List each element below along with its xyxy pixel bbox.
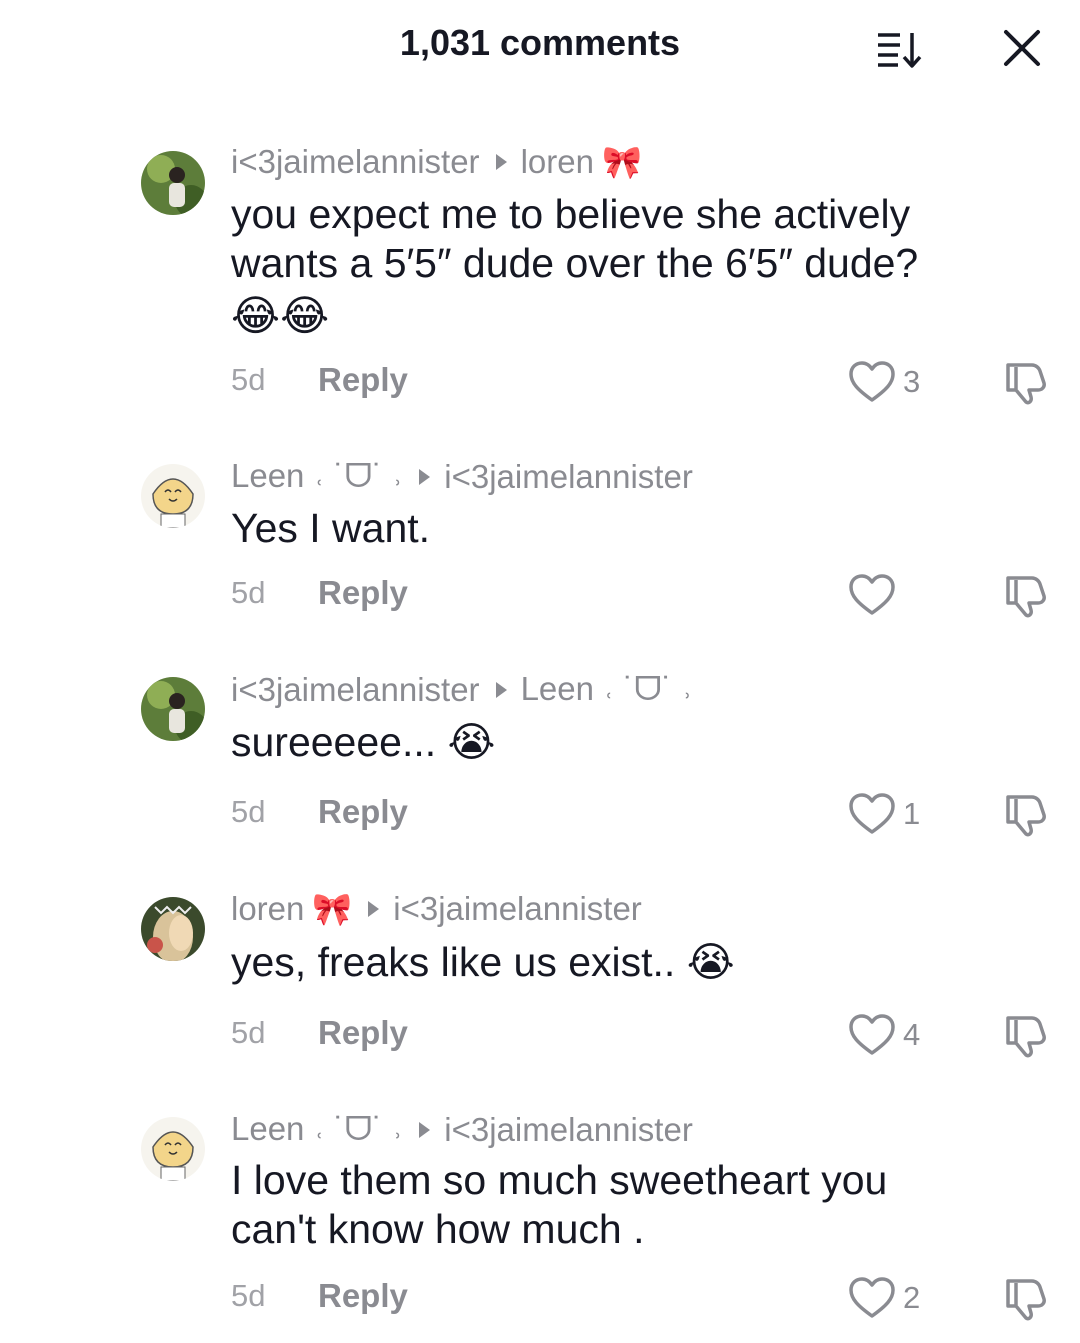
- comment-text: you expect me to believe she actively wa…: [231, 190, 1031, 344]
- dislike-icon[interactable]: [1000, 1275, 1048, 1321]
- like-count: 4: [903, 1017, 921, 1052]
- reply-button[interactable]: Reply: [318, 1277, 408, 1315]
- like-count: 3: [903, 364, 921, 399]
- reply-button[interactable]: Reply: [318, 793, 408, 831]
- reply-arrow-icon: [495, 154, 507, 170]
- comment-text-line: you expect me to believe she actively: [231, 191, 911, 237]
- reply-button[interactable]: Reply: [318, 574, 408, 612]
- reply-to-user[interactable]: loren: [521, 143, 594, 181]
- comment-author[interactable]: i<3jaimelannister: [231, 143, 480, 181]
- reply-arrow-icon: [419, 1121, 431, 1138]
- reply-to-user[interactable]: Leen ˓ ˙ᗜ˙ ˒: [521, 670, 693, 709]
- comments-header: 1,031 comments: [0, 0, 1080, 95]
- avatar[interactable]: [141, 464, 205, 528]
- reply-to-user[interactable]: i<3jaimelannister: [393, 890, 642, 928]
- reply-arrow-icon: [495, 681, 507, 698]
- avatar[interactable]: [141, 151, 205, 215]
- dislike-icon[interactable]: [1000, 1012, 1048, 1058]
- avatar[interactable]: [141, 677, 205, 741]
- heart-icon[interactable]: [848, 1276, 896, 1320]
- comment-time: 5d: [231, 575, 266, 610]
- reply-arrow-icon: [419, 468, 431, 485]
- comment-text-line: sureeeee... 😭: [231, 719, 496, 765]
- bow-emoji: 🎀: [312, 891, 353, 927]
- comment-text-line: I love them so much sweetheart you: [231, 1157, 888, 1203]
- heart-icon[interactable]: [848, 792, 896, 836]
- like-count: 1: [903, 796, 921, 831]
- comment-author-line: i<3jaimelannister Leen ˓ ˙ᗜ˙ ˒: [231, 670, 693, 709]
- heart-icon[interactable]: [848, 1013, 896, 1057]
- reply-to-user[interactable]: i<3jaimelannister: [444, 1111, 693, 1149]
- comment-author-line: i<3jaimelannister loren 🎀: [231, 143, 642, 181]
- comment-author[interactable]: Leen ˓ ˙ᗜ˙ ˒: [231, 1110, 403, 1149]
- avatar[interactable]: [141, 1117, 205, 1181]
- reply-button[interactable]: Reply: [318, 1014, 408, 1052]
- comment-text: I love them so much sweetheart you can't…: [231, 1156, 1031, 1254]
- reply-arrow-icon: [368, 901, 380, 917]
- comment-text: Yes I want.: [231, 504, 1031, 553]
- comment-author-line: Leen ˓ ˙ᗜ˙ ˒ i<3jaimelannister: [231, 457, 693, 496]
- comment-author[interactable]: loren: [231, 890, 304, 928]
- dislike-icon[interactable]: [1000, 791, 1048, 837]
- avatar[interactable]: [141, 897, 205, 961]
- reply-button[interactable]: Reply: [318, 361, 408, 399]
- comment-emojis: 😂😂: [231, 292, 330, 339]
- like-count: 2: [903, 1280, 921, 1315]
- comment-author[interactable]: i<3jaimelannister: [231, 671, 480, 709]
- comment-text: sureeeee... 😭: [231, 718, 1031, 767]
- comment-author-line: Leen ˓ ˙ᗜ˙ ˒ i<3jaimelannister: [231, 1110, 693, 1149]
- comment-time: 5d: [231, 1015, 266, 1050]
- comment-time: 5d: [231, 1278, 266, 1313]
- comment-time: 5d: [231, 794, 266, 829]
- comment-author[interactable]: Leen ˓ ˙ᗜ˙ ˒: [231, 457, 403, 496]
- comment-author-line: loren 🎀 i<3jaimelannister: [231, 890, 642, 928]
- dislike-icon[interactable]: [1000, 359, 1048, 405]
- close-icon[interactable]: [996, 22, 1048, 74]
- comment-text-line: yes, freaks like us exist.. 😭: [231, 939, 735, 985]
- heart-icon[interactable]: [848, 360, 896, 404]
- heart-icon[interactable]: [848, 573, 896, 617]
- comment-text-line: can't know how much .: [231, 1206, 645, 1252]
- comment-text: yes, freaks like us exist.. 😭: [231, 938, 1031, 987]
- comment-time: 5d: [231, 362, 266, 397]
- comment-text-line: Yes I want.: [231, 505, 431, 551]
- dislike-icon[interactable]: [1000, 572, 1048, 618]
- sort-list-icon[interactable]: [872, 25, 928, 71]
- reply-to-user[interactable]: i<3jaimelannister: [444, 458, 693, 496]
- bow-emoji: 🎀: [601, 144, 642, 180]
- comment-text-line: wants a 5′5″ dude over the 6′5″ dude?: [231, 240, 919, 286]
